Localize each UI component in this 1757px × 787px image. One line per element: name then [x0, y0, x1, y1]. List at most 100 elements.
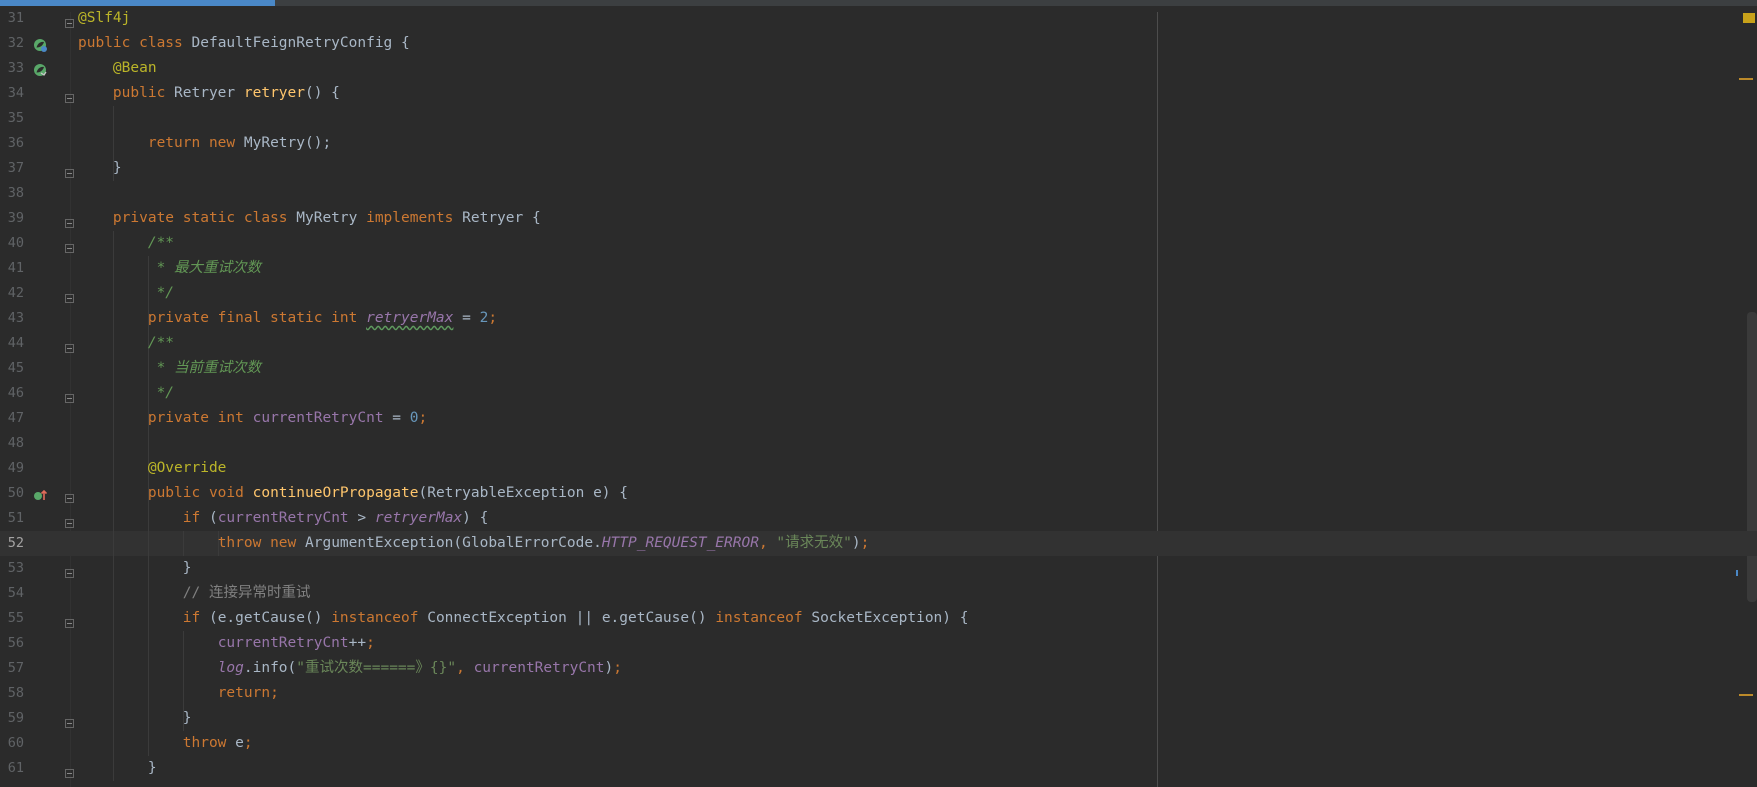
code-line[interactable]: 35: [0, 106, 1757, 131]
line-number[interactable]: 52: [0, 531, 24, 556]
code-line[interactable]: 41 * 最大重试次数: [0, 256, 1757, 281]
code-text[interactable]: * 当前重试次数: [78, 356, 261, 381]
code-line-current[interactable]: 52 throw new ArgumentException(GlobalErr…: [0, 531, 1757, 556]
code-line[interactable]: 54 // 连接异常时重试: [0, 581, 1757, 606]
code-editor[interactable]: 31 @Slf4j 32 public class DefaultFeignRetry…: [0, 6, 1757, 787]
code-text[interactable]: return;: [78, 681, 279, 706]
code-line[interactable]: 46 */: [0, 381, 1757, 406]
code-line[interactable]: 53 }: [0, 556, 1757, 581]
line-number[interactable]: 45: [0, 356, 24, 381]
line-number[interactable]: 40: [0, 231, 24, 256]
code-line[interactable]: 42 */: [0, 281, 1757, 306]
code-text[interactable]: }: [78, 556, 192, 581]
line-number[interactable]: 47: [0, 406, 24, 431]
line-number[interactable]: 58: [0, 681, 24, 706]
code-line[interactable]: 61 }: [0, 756, 1757, 781]
line-number[interactable]: 43: [0, 306, 24, 331]
code-text[interactable]: throw new ArgumentException(GlobalErrorC…: [78, 531, 870, 556]
code-line[interactable]: 47 private int currentRetryCnt = 0;: [0, 406, 1757, 431]
fold-marker-icon[interactable]: [65, 488, 74, 503]
code-line[interactable]: 32 public class DefaultFeignRetryConfig {: [0, 31, 1757, 56]
code-text[interactable]: }: [78, 706, 192, 731]
code-line[interactable]: 57 log.info("重试次数======》{}", currentRetr…: [0, 656, 1757, 681]
fold-marker-icon[interactable]: [65, 763, 74, 778]
code-line[interactable]: 40 /**: [0, 231, 1757, 256]
code-text[interactable]: if (currentRetryCnt > retryerMax) {: [78, 506, 489, 531]
line-number[interactable]: 54: [0, 581, 24, 606]
line-number[interactable]: 33: [0, 56, 24, 81]
code-line[interactable]: 39 private static class MyRetry implemen…: [0, 206, 1757, 231]
code-text[interactable]: public void continueOrPropagate(Retryabl…: [78, 481, 628, 506]
code-line[interactable]: 49 @Override: [0, 456, 1757, 481]
line-number[interactable]: 36: [0, 131, 24, 156]
code-line[interactable]: 50 public void continueOrPropagate(Retry…: [0, 481, 1757, 506]
code-text[interactable]: /**: [78, 331, 174, 356]
line-number[interactable]: 31: [0, 6, 24, 31]
line-number[interactable]: 56: [0, 631, 24, 656]
code-line[interactable]: 58 return;: [0, 681, 1757, 706]
code-line[interactable]: 44 /**: [0, 331, 1757, 356]
line-number[interactable]: 60: [0, 731, 24, 756]
fold-marker-icon[interactable]: [65, 288, 74, 303]
code-text[interactable]: public Retryer retryer() {: [78, 81, 340, 106]
bean-class-icon[interactable]: [33, 37, 47, 52]
fold-marker-icon[interactable]: [65, 338, 74, 353]
fold-marker-icon[interactable]: [65, 238, 74, 253]
line-number[interactable]: 57: [0, 656, 24, 681]
code-line[interactable]: 51 if (currentRetryCnt > retryerMax) {: [0, 506, 1757, 531]
code-text[interactable]: log.info("重试次数======》{}", currentRetryCn…: [78, 656, 622, 681]
line-number[interactable]: 41: [0, 256, 24, 281]
code-text[interactable]: @Slf4j: [78, 6, 130, 31]
code-text[interactable]: /**: [78, 231, 174, 256]
code-line[interactable]: 48: [0, 431, 1757, 456]
line-number[interactable]: 59: [0, 706, 24, 731]
line-number[interactable]: 46: [0, 381, 24, 406]
code-text[interactable]: private int currentRetryCnt = 0;: [78, 406, 427, 431]
override-method-icon[interactable]: [33, 487, 48, 501]
code-text[interactable]: private final static int retryerMax = 2;: [78, 306, 497, 331]
line-number[interactable]: 32: [0, 31, 24, 56]
fold-marker-icon[interactable]: [65, 513, 74, 528]
code-line[interactable]: 56 currentRetryCnt++;: [0, 631, 1757, 656]
code-text[interactable]: if (e.getCause() instanceof ConnectExcep…: [78, 606, 969, 631]
fold-marker-icon[interactable]: [65, 13, 74, 28]
line-number[interactable]: 44: [0, 331, 24, 356]
bean-method-icon[interactable]: [33, 62, 47, 76]
line-number[interactable]: 48: [0, 431, 24, 456]
code-line[interactable]: 37 }: [0, 156, 1757, 181]
line-number[interactable]: 55: [0, 606, 24, 631]
fold-marker-icon[interactable]: [65, 88, 74, 103]
code-line[interactable]: 55 if (e.getCause() instanceof ConnectEx…: [0, 606, 1757, 631]
code-text[interactable]: throw e;: [78, 731, 253, 756]
line-number[interactable]: 34: [0, 81, 24, 106]
code-text[interactable]: currentRetryCnt++;: [78, 631, 375, 656]
code-text[interactable]: return new MyRetry();: [78, 131, 331, 156]
fold-marker-icon[interactable]: [65, 163, 74, 178]
fold-marker-icon[interactable]: [65, 388, 74, 403]
code-line[interactable]: 31 @Slf4j: [0, 6, 1757, 31]
code-line[interactable]: 33 @Bean: [0, 56, 1757, 81]
code-text[interactable]: * 最大重试次数: [78, 256, 261, 281]
fold-marker-icon[interactable]: [65, 613, 74, 628]
code-line[interactable]: 45 * 当前重试次数: [0, 356, 1757, 381]
code-text[interactable]: // 连接异常时重试: [78, 581, 311, 606]
code-text[interactable]: */: [78, 281, 174, 306]
code-line[interactable]: 34 public Retryer retryer() {: [0, 81, 1757, 106]
fold-marker-icon[interactable]: [65, 563, 74, 578]
code-line[interactable]: 36 return new MyRetry();: [0, 131, 1757, 156]
line-number[interactable]: 42: [0, 281, 24, 306]
fold-marker-icon[interactable]: [65, 213, 74, 228]
code-text[interactable]: @Override: [78, 456, 227, 481]
line-number[interactable]: 38: [0, 181, 24, 206]
line-number[interactable]: 50: [0, 481, 24, 506]
line-number[interactable]: 61: [0, 756, 24, 781]
code-line[interactable]: 43 private final static int retryerMax =…: [0, 306, 1757, 331]
line-number[interactable]: 39: [0, 206, 24, 231]
line-number[interactable]: 35: [0, 106, 24, 131]
code-line[interactable]: 38: [0, 181, 1757, 206]
code-text[interactable]: */: [78, 381, 174, 406]
code-line[interactable]: 60 throw e;: [0, 731, 1757, 756]
code-text[interactable]: public class DefaultFeignRetryConfig {: [78, 31, 410, 56]
code-text[interactable]: @Bean: [78, 56, 157, 81]
line-number[interactable]: 49: [0, 456, 24, 481]
